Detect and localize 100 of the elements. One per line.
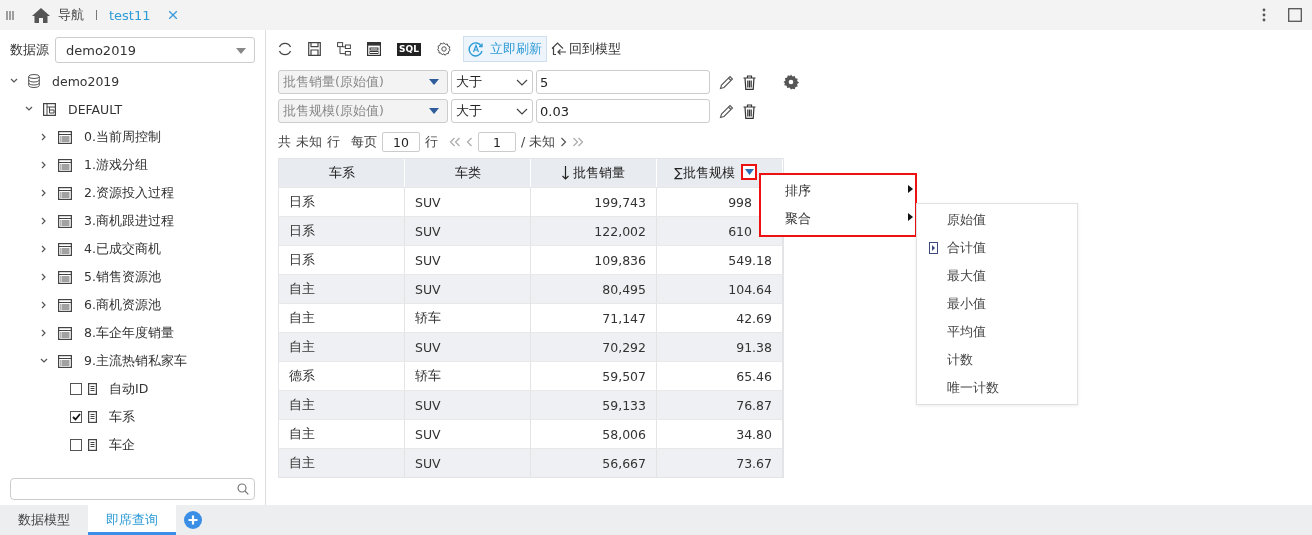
pencil-icon[interactable]	[719, 74, 734, 90]
tree-item[interactable]: 8.车企年度销量	[84, 324, 174, 342]
home-icon[interactable]	[32, 7, 50, 23]
expand-chevron-icon[interactable]	[40, 301, 48, 309]
bottom-tab[interactable]: 数据模型	[0, 505, 88, 535]
operator-select[interactable]: 大于	[451, 99, 533, 123]
submenu-item[interactable]: 最大值	[917, 262, 1077, 290]
tree-item[interactable]: DEFAULT	[68, 101, 123, 117]
submenu-item[interactable]: 最小值	[917, 290, 1077, 318]
search-icon[interactable]	[237, 483, 249, 495]
total-count: 未知	[296, 133, 322, 151]
submenu-item[interactable]: 合计值	[917, 234, 1077, 262]
table-cell: 自主	[279, 391, 405, 419]
table-cell: 59,133	[531, 391, 657, 419]
form-icon[interactable]	[367, 42, 381, 56]
gear-icon[interactable]	[783, 74, 799, 90]
chevron-down-icon	[516, 107, 528, 115]
collapse-chevron-icon[interactable]	[25, 106, 33, 112]
submenu-item[interactable]: 原始值	[917, 206, 1077, 234]
table-cell: 70,292	[531, 333, 657, 361]
tree-item[interactable]: 1.游戏分组	[84, 156, 148, 174]
checkbox[interactable]	[70, 411, 82, 423]
tree-item[interactable]: 4.已成交商机	[84, 240, 161, 258]
tree-item[interactable]: 6.商机资源池	[84, 296, 161, 314]
save-icon[interactable]	[308, 42, 321, 56]
per-page-suffix: 行	[425, 133, 438, 151]
tree-item[interactable]: 5.销售资源池	[84, 268, 161, 286]
page-total: / 未知	[521, 133, 556, 151]
table-icon	[58, 158, 72, 172]
table-cell: 80,495	[531, 275, 657, 303]
back-to-model-button[interactable]: 回到模型	[550, 40, 621, 58]
pencil-icon[interactable]	[719, 103, 734, 119]
tree-item[interactable]: 2.资源投入过程	[84, 184, 174, 202]
column-header[interactable]: 批售销量	[531, 159, 657, 187]
collapse-chevron-icon[interactable]	[40, 358, 48, 364]
maximize-icon[interactable]	[1288, 8, 1302, 22]
table-cell: SUV	[405, 217, 531, 245]
checkbox[interactable]	[70, 439, 82, 451]
expand-chevron-icon[interactable]	[40, 329, 48, 337]
hierarchy-icon[interactable]	[337, 42, 351, 56]
tree-item[interactable]: 3.商机跟进过程	[84, 212, 174, 230]
table-cell: 日系	[279, 217, 405, 245]
table-cell: SUV	[405, 391, 531, 419]
collapse-chevron-icon[interactable]	[10, 78, 18, 84]
table-cell: 76.87	[657, 391, 783, 419]
expand-chevron-icon[interactable]	[40, 161, 48, 169]
table-cell: SUV	[405, 333, 531, 361]
tree-item[interactable]: demo2019	[52, 73, 120, 89]
table-icon	[58, 298, 72, 312]
table-icon	[58, 354, 72, 368]
submenu-item[interactable]: 平均值	[917, 318, 1077, 346]
table-cell: 73.67	[657, 449, 783, 477]
more-icon[interactable]	[1262, 8, 1266, 22]
settings-icon[interactable]	[436, 42, 451, 56]
refresh-icon[interactable]	[278, 42, 292, 56]
per-page-label: 每页	[351, 133, 377, 151]
page-field[interactable]: 1	[478, 132, 516, 152]
trash-icon[interactable]	[743, 103, 756, 119]
value-field[interactable]: 5	[536, 70, 710, 94]
schema-icon	[43, 102, 56, 116]
table-icon	[58, 214, 72, 228]
chevron-down-icon	[516, 78, 528, 86]
expand-chevron-icon[interactable]	[40, 273, 48, 281]
tree-item[interactable]: 车企	[109, 436, 135, 454]
close-icon[interactable]	[168, 11, 177, 19]
table-icon	[58, 270, 72, 284]
expand-chevron-icon[interactable]	[40, 217, 48, 225]
return-home-icon	[550, 42, 567, 56]
datasource-label: 数据源	[10, 41, 49, 59]
table-icon	[58, 326, 72, 340]
auto-refresh-icon	[467, 41, 484, 57]
expand-chevron-icon[interactable]	[40, 133, 48, 141]
expand-chevron-icon[interactable]	[40, 189, 48, 197]
value-field[interactable]: 0.03	[536, 99, 710, 123]
checkbox[interactable]	[70, 383, 82, 395]
tree-item[interactable]: 自动ID	[109, 380, 149, 398]
tree-item[interactable]: 9.主流热销私家车	[84, 352, 187, 370]
column-menu-button[interactable]	[741, 164, 757, 180]
sql-icon[interactable]: SQL	[397, 42, 421, 56]
operator-select[interactable]: 大于	[451, 70, 533, 94]
per-page-field[interactable]: 10	[382, 132, 420, 152]
datasource-select[interactable]: demo2019	[55, 37, 255, 63]
nav-label[interactable]: 导航	[58, 6, 84, 24]
field-icon	[88, 439, 97, 451]
next-page-icon[interactable]	[560, 137, 568, 147]
submenu-item[interactable]: 计数	[917, 346, 1077, 374]
submenu-item[interactable]: 唯一计数	[917, 374, 1077, 402]
table-cell: 自主	[279, 333, 405, 361]
table-cell: 91.38	[657, 333, 783, 361]
field-icon	[88, 411, 97, 423]
column-header[interactable]: 车系	[279, 159, 405, 187]
total-prefix: 共	[278, 133, 291, 151]
add-icon[interactable]	[184, 511, 202, 529]
expand-chevron-icon[interactable]	[40, 245, 48, 253]
tree-item[interactable]: 车系	[109, 408, 135, 426]
search-field[interactable]	[10, 478, 255, 500]
table-cell: 自主	[279, 275, 405, 303]
tree-item[interactable]: 0.当前周控制	[84, 128, 161, 146]
column-header[interactable]: 车类	[405, 159, 531, 187]
trash-icon[interactable]	[743, 74, 756, 90]
